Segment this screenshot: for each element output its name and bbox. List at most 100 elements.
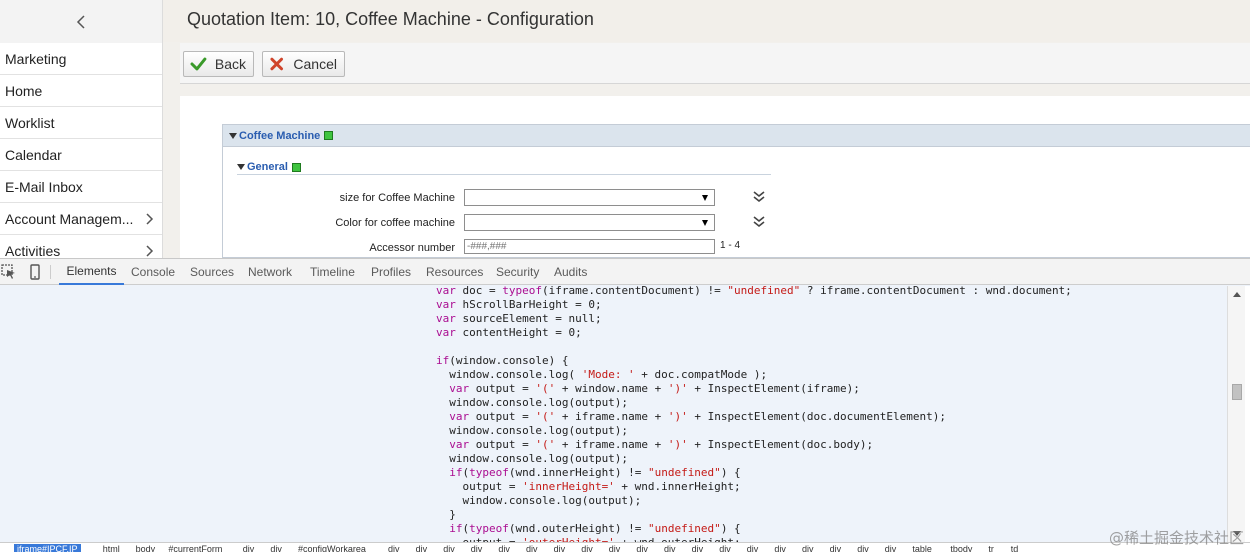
field-accessor: Accessor number 1 - 4: [223, 239, 783, 258]
tab-audits[interactable]: Audits: [554, 259, 587, 285]
checkmark-icon: [190, 57, 207, 71]
scroll-up-arrow-icon[interactable]: [1233, 292, 1241, 297]
page-title: Quotation Item: 10, Coffee Machine - Con…: [187, 9, 594, 29]
device-mode-icon[interactable]: [27, 264, 43, 280]
sidebar-collapse-button[interactable]: [0, 0, 162, 43]
breadcrumb-item[interactable]: #configWorkarea: [298, 544, 366, 552]
tab-label: Console: [131, 265, 176, 279]
crm-app: Marketing Home Worklist Calendar E-Mail …: [0, 0, 1250, 258]
tab-label: Elements: [66, 264, 117, 278]
tab-console[interactable]: Console: [131, 259, 175, 285]
breadcrumb-item[interactable]: div: [609, 544, 621, 552]
code-line: if(typeof(wnd.innerHeight) != "undefined…: [449, 466, 741, 479]
breadcrumb-item[interactable]: body: [136, 544, 156, 552]
section-header[interactable]: General: [237, 160, 771, 175]
breadcrumb-item[interactable]: div: [802, 544, 814, 552]
breadcrumb-item[interactable]: div: [498, 544, 510, 552]
sidebar-nav: Marketing Home Worklist Calendar E-Mail …: [0, 43, 162, 258]
breadcrumb-item[interactable]: div: [388, 544, 400, 552]
scroll-thumb[interactable]: [1232, 384, 1242, 400]
inspect-element-icon[interactable]: [1, 264, 17, 280]
sidebar-item-label: Home: [5, 82, 43, 99]
back-button[interactable]: Back: [183, 51, 254, 77]
breadcrumb-item[interactable]: div: [857, 544, 869, 552]
breadcrumb-item[interactable]: table: [912, 544, 932, 552]
breadcrumb-item[interactable]: div: [443, 544, 455, 552]
sidebar-item-label: Marketing: [5, 50, 67, 67]
panel-header[interactable]: Coffee Machine: [223, 125, 1250, 147]
code-line: var output = '(' + iframe.name + ')' + I…: [449, 410, 946, 423]
breadcrumb-item[interactable]: html: [103, 544, 120, 552]
breadcrumb-item[interactable]: div: [719, 544, 731, 552]
breadcrumb-item[interactable]: #currentForm: [168, 544, 222, 552]
source-code-viewer[interactable]: var doc = typeof(iframe.contentDocument)…: [0, 286, 1227, 542]
tab-label: Security: [496, 265, 540, 279]
sidebar-item-label: Worklist: [5, 114, 55, 131]
status-ok-icon: [324, 131, 334, 140]
tab-elements[interactable]: Elements: [59, 259, 124, 285]
expand-triangle-icon: [237, 164, 245, 170]
cancel-button-label: Cancel: [293, 56, 337, 72]
sidebar-item-account-management[interactable]: Account Managem...: [0, 203, 162, 235]
sidebar-item-label: Activities: [5, 242, 61, 259]
breadcrumb-item[interactable]: tbody: [950, 544, 972, 552]
config-panel: Coffee Machine General size for Coffee M…: [222, 124, 1250, 258]
code-line: }: [436, 508, 456, 521]
tab-label: Resources: [426, 265, 484, 279]
double-chevron-down-icon[interactable]: [753, 215, 765, 229]
sidebar-item-email-inbox[interactable]: E-Mail Inbox: [0, 171, 162, 203]
breadcrumb-item[interactable]: td: [1011, 544, 1019, 552]
sidebar-item-home[interactable]: Home: [0, 75, 162, 107]
sidebar-item-calendar[interactable]: Calendar: [0, 139, 162, 171]
breadcrumb-item[interactable]: div: [270, 544, 282, 552]
color-select[interactable]: [464, 214, 715, 231]
breadcrumb-item[interactable]: div: [692, 544, 704, 552]
cancel-button[interactable]: Cancel: [262, 51, 345, 77]
breadcrumb-item[interactable]: div: [774, 544, 786, 552]
accessor-range: 1 - 4: [720, 240, 741, 251]
field-size: size for Coffee Machine: [223, 189, 783, 209]
breadcrumb-item[interactable]: div: [747, 544, 759, 552]
double-chevron-down-icon[interactable]: [753, 190, 765, 204]
sidebar-item-worklist[interactable]: Worklist: [0, 107, 162, 139]
tab-profiles[interactable]: Profiles: [371, 259, 411, 285]
breadcrumb-item[interactable]: div: [636, 544, 648, 552]
breadcrumb-item[interactable]: div: [885, 544, 897, 552]
tab-resources[interactable]: Resources: [426, 259, 483, 285]
sidebar-item-activities[interactable]: Activities: [0, 235, 162, 258]
tab-security[interactable]: Security: [496, 259, 539, 285]
chevron-right-icon: [146, 213, 154, 225]
code-line: window.console.log(output);: [436, 396, 629, 409]
breadcrumb-item[interactable]: div: [554, 544, 566, 552]
status-ok-icon: [291, 162, 301, 172]
sidebar-item-marketing[interactable]: Marketing: [0, 43, 162, 75]
devtools-panel: Elements Console Sources Network Timelin…: [0, 258, 1250, 552]
dropdown-arrow-icon: [702, 220, 708, 226]
tab-label: Timeline: [310, 265, 355, 279]
breadcrumb-item[interactable]: div: [830, 544, 842, 552]
screen: Marketing Home Worklist Calendar E-Mail …: [0, 0, 1250, 552]
sidebar-item-label: Account Managem...: [5, 210, 134, 227]
vertical-scrollbar[interactable]: [1227, 286, 1245, 542]
code-line: window.console.log(output);: [436, 452, 629, 465]
configuration-content: Coffee Machine General size for Coffee M…: [180, 96, 1250, 258]
accessor-number-input[interactable]: [464, 239, 715, 254]
code-line: window.console.log( 'Mode: ' + doc.compa…: [436, 368, 768, 381]
breadcrumb-item[interactable]: div: [581, 544, 593, 552]
back-button-label: Back: [214, 56, 246, 72]
breadcrumb-item[interactable]: div: [243, 544, 255, 552]
code-line: var output = '(' + iframe.name + ')' + I…: [449, 438, 874, 451]
breadcrumb-item[interactable]: iframe#IPCF.IP: [14, 544, 81, 552]
breadcrumb-item[interactable]: div: [416, 544, 428, 552]
code-line: if(window.console) {: [436, 354, 569, 367]
breadcrumb-item[interactable]: div: [471, 544, 483, 552]
size-select[interactable]: [464, 189, 715, 206]
tab-sources[interactable]: Sources: [190, 259, 234, 285]
breadcrumb-item[interactable]: div: [664, 544, 676, 552]
code-line: var sourceElement = null;: [436, 312, 602, 325]
tab-network[interactable]: Network: [248, 259, 292, 285]
tab-label: Profiles: [371, 265, 412, 279]
breadcrumb-item[interactable]: tr: [988, 544, 994, 552]
breadcrumb-item[interactable]: div: [526, 544, 538, 552]
tab-timeline[interactable]: Timeline: [310, 259, 355, 285]
